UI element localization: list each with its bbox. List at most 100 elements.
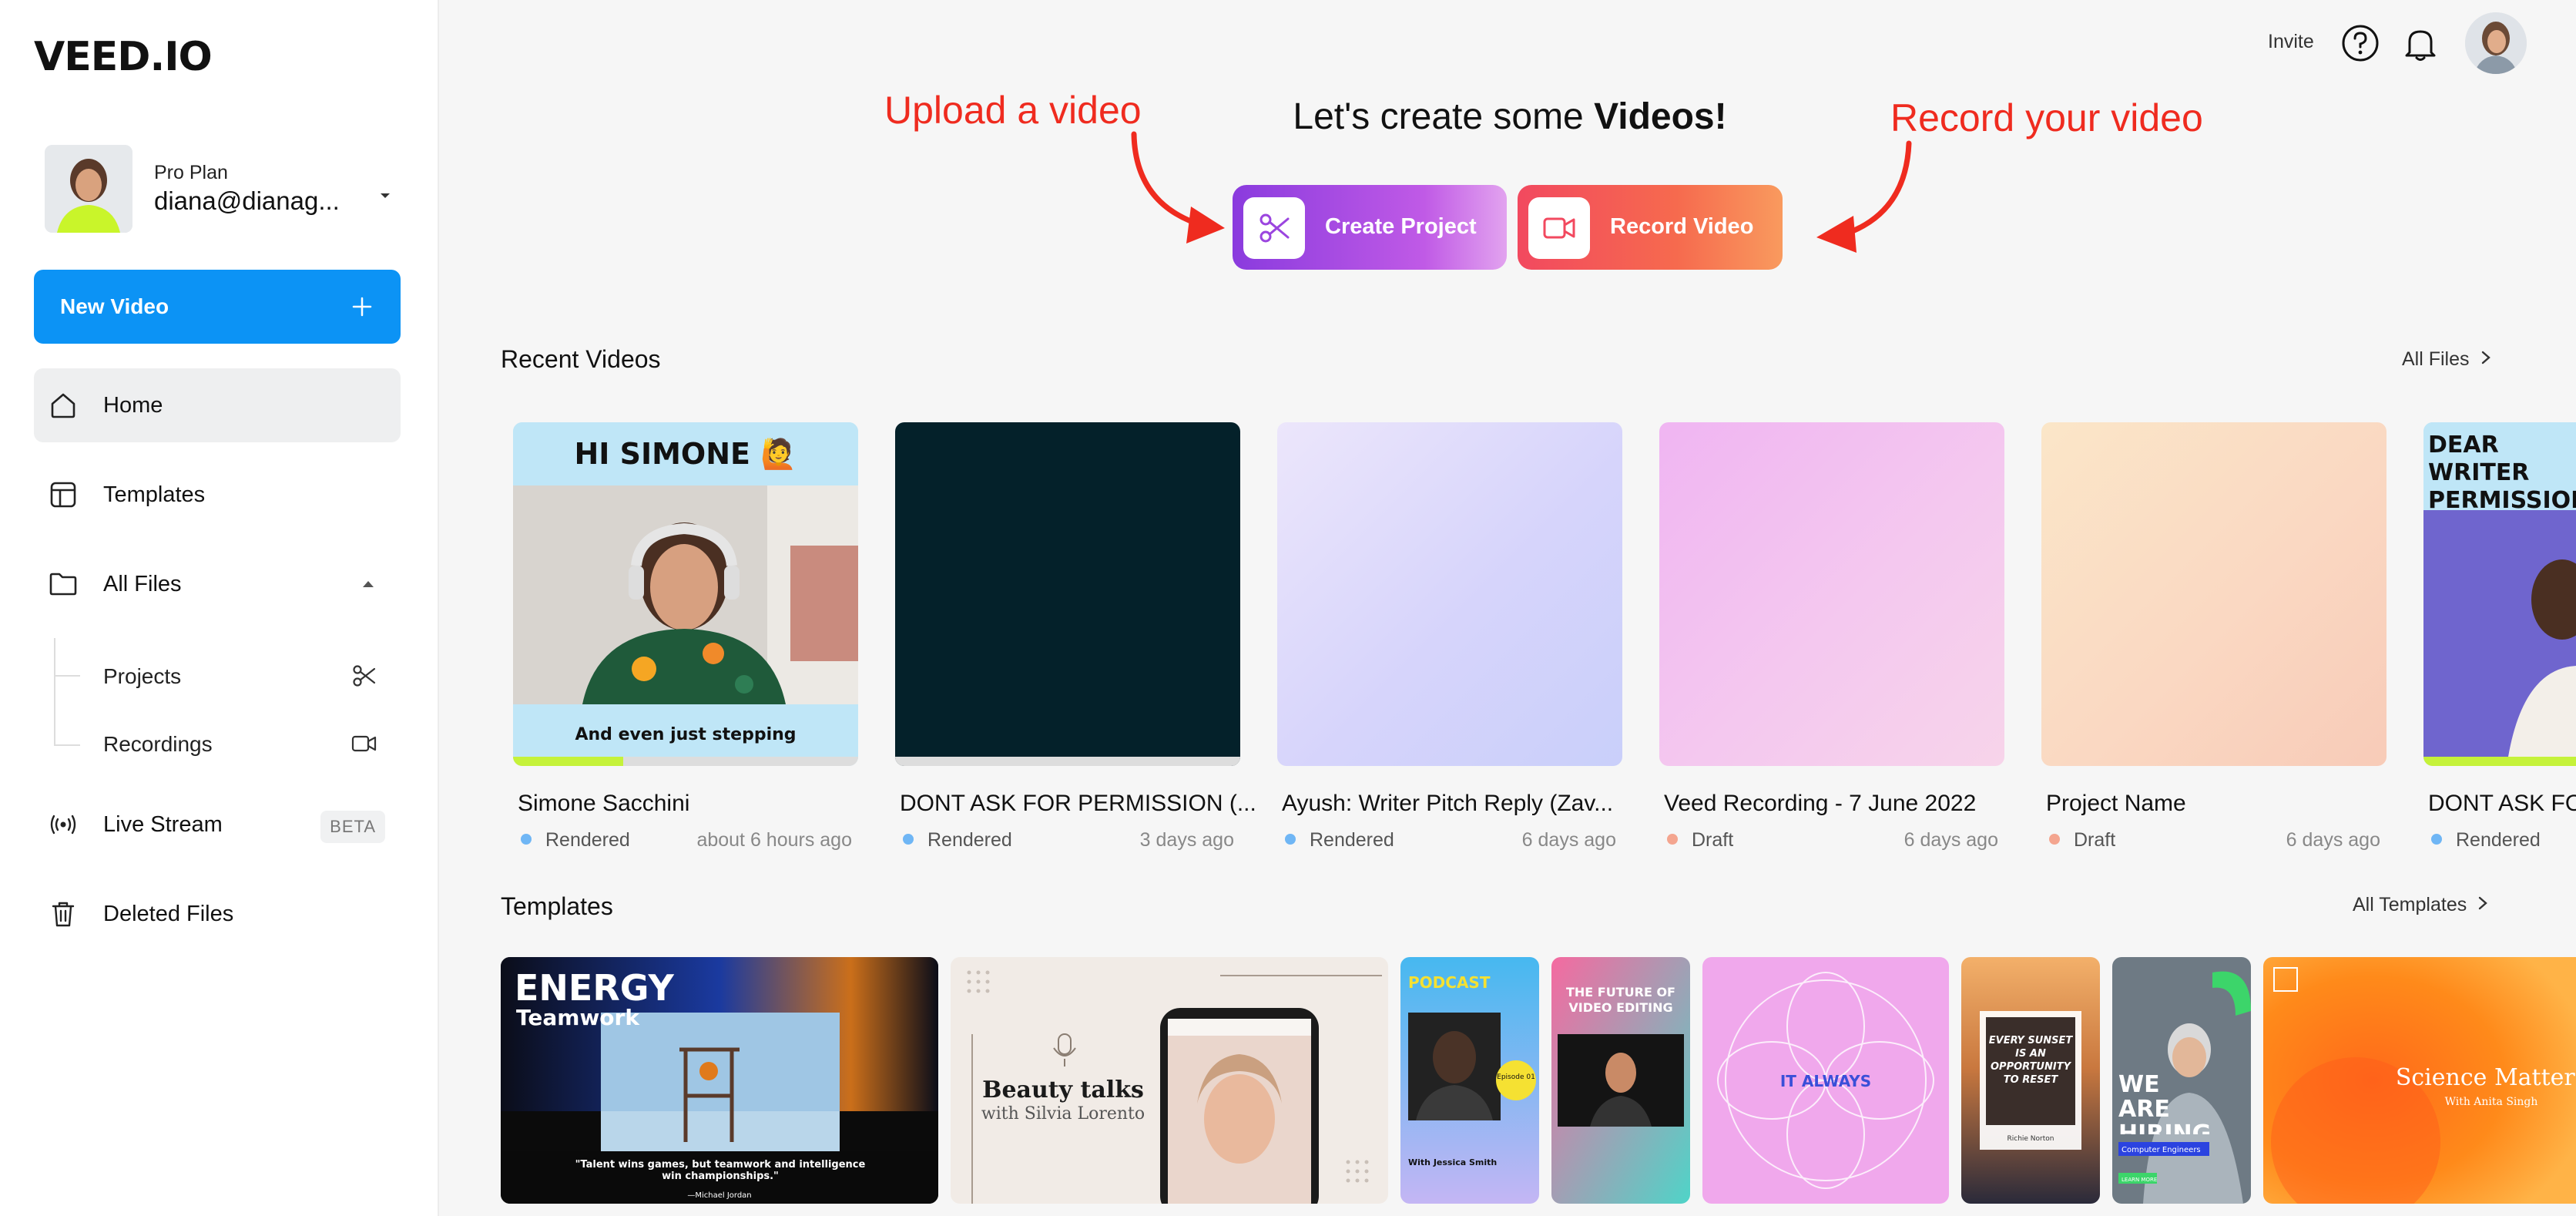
template-title: Beauty talks bbox=[982, 1077, 1144, 1103]
template-card[interactable]: EVERY SUNSET IS AN OPPORTUNITY TO RESET … bbox=[1961, 957, 2100, 1204]
account-switcher[interactable]: Pro Plan diana@dianag... bbox=[45, 145, 399, 236]
sidebar-item-home[interactable]: Home bbox=[34, 368, 401, 442]
template-subtitle: with Silvia Lorento bbox=[981, 1104, 1145, 1124]
template-beauty-art: Beauty talks with Silvia Lorento bbox=[951, 957, 1388, 1204]
template-author: —Michael Jordan bbox=[687, 1191, 751, 1200]
status-label: Draft bbox=[1692, 829, 1734, 851]
video-thumbnail-art: HI SIMONE 🙋 And even just stepping bbox=[513, 422, 858, 757]
video-name: DONT ASK FOR PERMISSION (... bbox=[900, 791, 1256, 816]
video-thumbnail[interactable] bbox=[1659, 422, 2004, 766]
video-status: Draft bbox=[1667, 829, 1733, 852]
camera-icon bbox=[351, 735, 377, 752]
status-label: Draft bbox=[2074, 829, 2116, 851]
template-title: EVERY SUNSET IS AN OPPORTUNITY TO RESET bbox=[1988, 1035, 2073, 1086]
template-title: Science Matters bbox=[2396, 1064, 2576, 1091]
annotation-arrow-right bbox=[1816, 140, 1912, 253]
template-title: PODCAST bbox=[1408, 973, 1491, 992]
template-card[interactable]: ENERGY Teamwork "Talent wins games, but … bbox=[501, 957, 938, 1204]
video-time: 6 days ago bbox=[1903, 829, 1998, 851]
template-podcast-art: PODCAST Episode 01 With Jessica Smith bbox=[1400, 957, 1539, 1204]
video-thumbnail[interactable] bbox=[1277, 422, 1622, 766]
templates-icon bbox=[50, 482, 76, 508]
sidebar-item-label: Projects bbox=[103, 664, 182, 688]
account-avatar bbox=[45, 145, 132, 233]
status-dot bbox=[1667, 834, 1678, 845]
render-progress-fill bbox=[513, 757, 624, 766]
all-files-link[interactable]: All Files bbox=[2402, 348, 2491, 371]
sidebar-item-templates[interactable]: Templates bbox=[34, 458, 401, 532]
video-thumbnail[interactable] bbox=[2041, 422, 2386, 766]
sidebar-item-label: Live Stream bbox=[103, 812, 223, 837]
template-badge: Episode 01 bbox=[1497, 1073, 1535, 1081]
home-icon bbox=[51, 393, 75, 418]
record-video-button[interactable]: Record Video bbox=[1518, 185, 1783, 270]
template-card[interactable]: WE ARE HIRING Computer Engineers LEARN M… bbox=[2112, 957, 2251, 1204]
chevron-right-icon bbox=[2479, 896, 2488, 910]
recent-videos-title: Recent Videos bbox=[501, 345, 661, 373]
template-title: THE FUTURE OF VIDEO EDITING bbox=[1566, 985, 1675, 1015]
sidebar-item-projects[interactable]: Projects bbox=[34, 649, 401, 703]
template-card[interactable]: Beauty talks with Silvia Lorento bbox=[951, 957, 1388, 1204]
template-title: WE ARE HIRING bbox=[2118, 1073, 2211, 1134]
render-progress bbox=[513, 757, 858, 766]
template-card[interactable]: Science Matters With Anita Singh bbox=[2263, 957, 2576, 1204]
video-thumbnail[interactable]: HI SIMONE 🙋 And even just stepping bbox=[513, 422, 858, 766]
create-project-button[interactable]: Create Project bbox=[1233, 185, 1507, 270]
account-email: diana@dianag... bbox=[154, 186, 340, 215]
status-dot bbox=[1285, 834, 1296, 845]
sidebar-item-deleted-files[interactable]: Deleted Files bbox=[34, 877, 401, 951]
caret-up-icon[interactable] bbox=[359, 576, 377, 592]
help-icon[interactable] bbox=[2340, 23, 2380, 63]
video-name: Veed Recording - 7 June 2022 bbox=[1664, 791, 1977, 816]
annotation-record: Record your video bbox=[1890, 96, 2203, 139]
sidebar-item-all-files[interactable]: All Files bbox=[34, 547, 401, 621]
user-avatar[interactable] bbox=[2465, 12, 2527, 74]
folder-icon bbox=[49, 573, 77, 596]
video-thumbnail-art: DEAR WRITER PERMISSION TO bbox=[2423, 422, 2576, 766]
all-templates-label: All Templates bbox=[2353, 894, 2467, 915]
invite-link[interactable]: Invite bbox=[2268, 31, 2314, 53]
template-quote: "Talent wins games, but teamwork and int… bbox=[575, 1159, 866, 1182]
headline-prefix: Let's create some bbox=[1293, 96, 1595, 137]
all-templates-link[interactable]: All Templates bbox=[2353, 894, 2488, 916]
video-time: 6 days ago bbox=[2286, 829, 2380, 851]
template-card[interactable]: IT ALWAYS bbox=[1702, 957, 1949, 1204]
video-name: Project Name bbox=[2046, 791, 2186, 816]
create-project-label: Create Project bbox=[1325, 214, 1477, 239]
video-name: DONT ASK FO bbox=[2428, 791, 2576, 816]
status-label: Rendered bbox=[1310, 829, 1394, 851]
beta-badge: BETA bbox=[320, 811, 385, 843]
video-status: Rendered bbox=[521, 829, 630, 852]
bell-icon[interactable] bbox=[2402, 25, 2439, 63]
headline-strong: Videos! bbox=[1594, 96, 1727, 137]
status-label: Rendered bbox=[2456, 829, 2541, 851]
sidebar-item-live-stream[interactable]: Live Stream BETA bbox=[34, 788, 401, 862]
new-video-label: New Video bbox=[60, 294, 169, 318]
video-thumbnail[interactable] bbox=[895, 422, 1240, 766]
veed-logo[interactable]: VEED.IO bbox=[34, 34, 213, 80]
scissors-icon bbox=[1259, 213, 1290, 243]
account-plan: Pro Plan bbox=[154, 162, 228, 183]
scissors-icon bbox=[353, 665, 376, 687]
sidebar-item-label: Home bbox=[103, 393, 163, 418]
trash-icon bbox=[52, 902, 75, 927]
sidebar-item-label: Templates bbox=[103, 482, 206, 507]
sidebar-item-label: Recordings bbox=[103, 732, 213, 756]
template-cta: LEARN MORE bbox=[2122, 1177, 2157, 1183]
video-status: Rendered bbox=[2431, 829, 2541, 852]
template-subtitle: With Anita Singh bbox=[2445, 1096, 2538, 1108]
status-label: Rendered bbox=[545, 829, 630, 851]
template-card[interactable]: PODCAST Episode 01 With Jessica Smith bbox=[1400, 957, 1539, 1204]
sidebar-item-recordings[interactable]: Recordings bbox=[34, 717, 401, 771]
video-thumbnail[interactable]: DEAR WRITER PERMISSION TO bbox=[2423, 422, 2576, 766]
new-video-button[interactable]: New Video bbox=[34, 270, 401, 344]
video-status: Rendered bbox=[903, 829, 1012, 852]
broadcast-icon bbox=[50, 815, 76, 835]
video-time: 6 days ago bbox=[1521, 829, 1616, 851]
video-status: Draft bbox=[2049, 829, 2115, 852]
template-subtitle: Computer Engineers bbox=[2122, 1146, 2201, 1154]
template-subtitle: Teamwork bbox=[516, 1005, 640, 1030]
template-sunset-art: EVERY SUNSET IS AN OPPORTUNITY TO RESET … bbox=[1961, 957, 2100, 1204]
template-host: With Jessica Smith bbox=[1408, 1157, 1497, 1167]
template-card[interactable]: THE FUTURE OF VIDEO EDITING bbox=[1551, 957, 1690, 1204]
